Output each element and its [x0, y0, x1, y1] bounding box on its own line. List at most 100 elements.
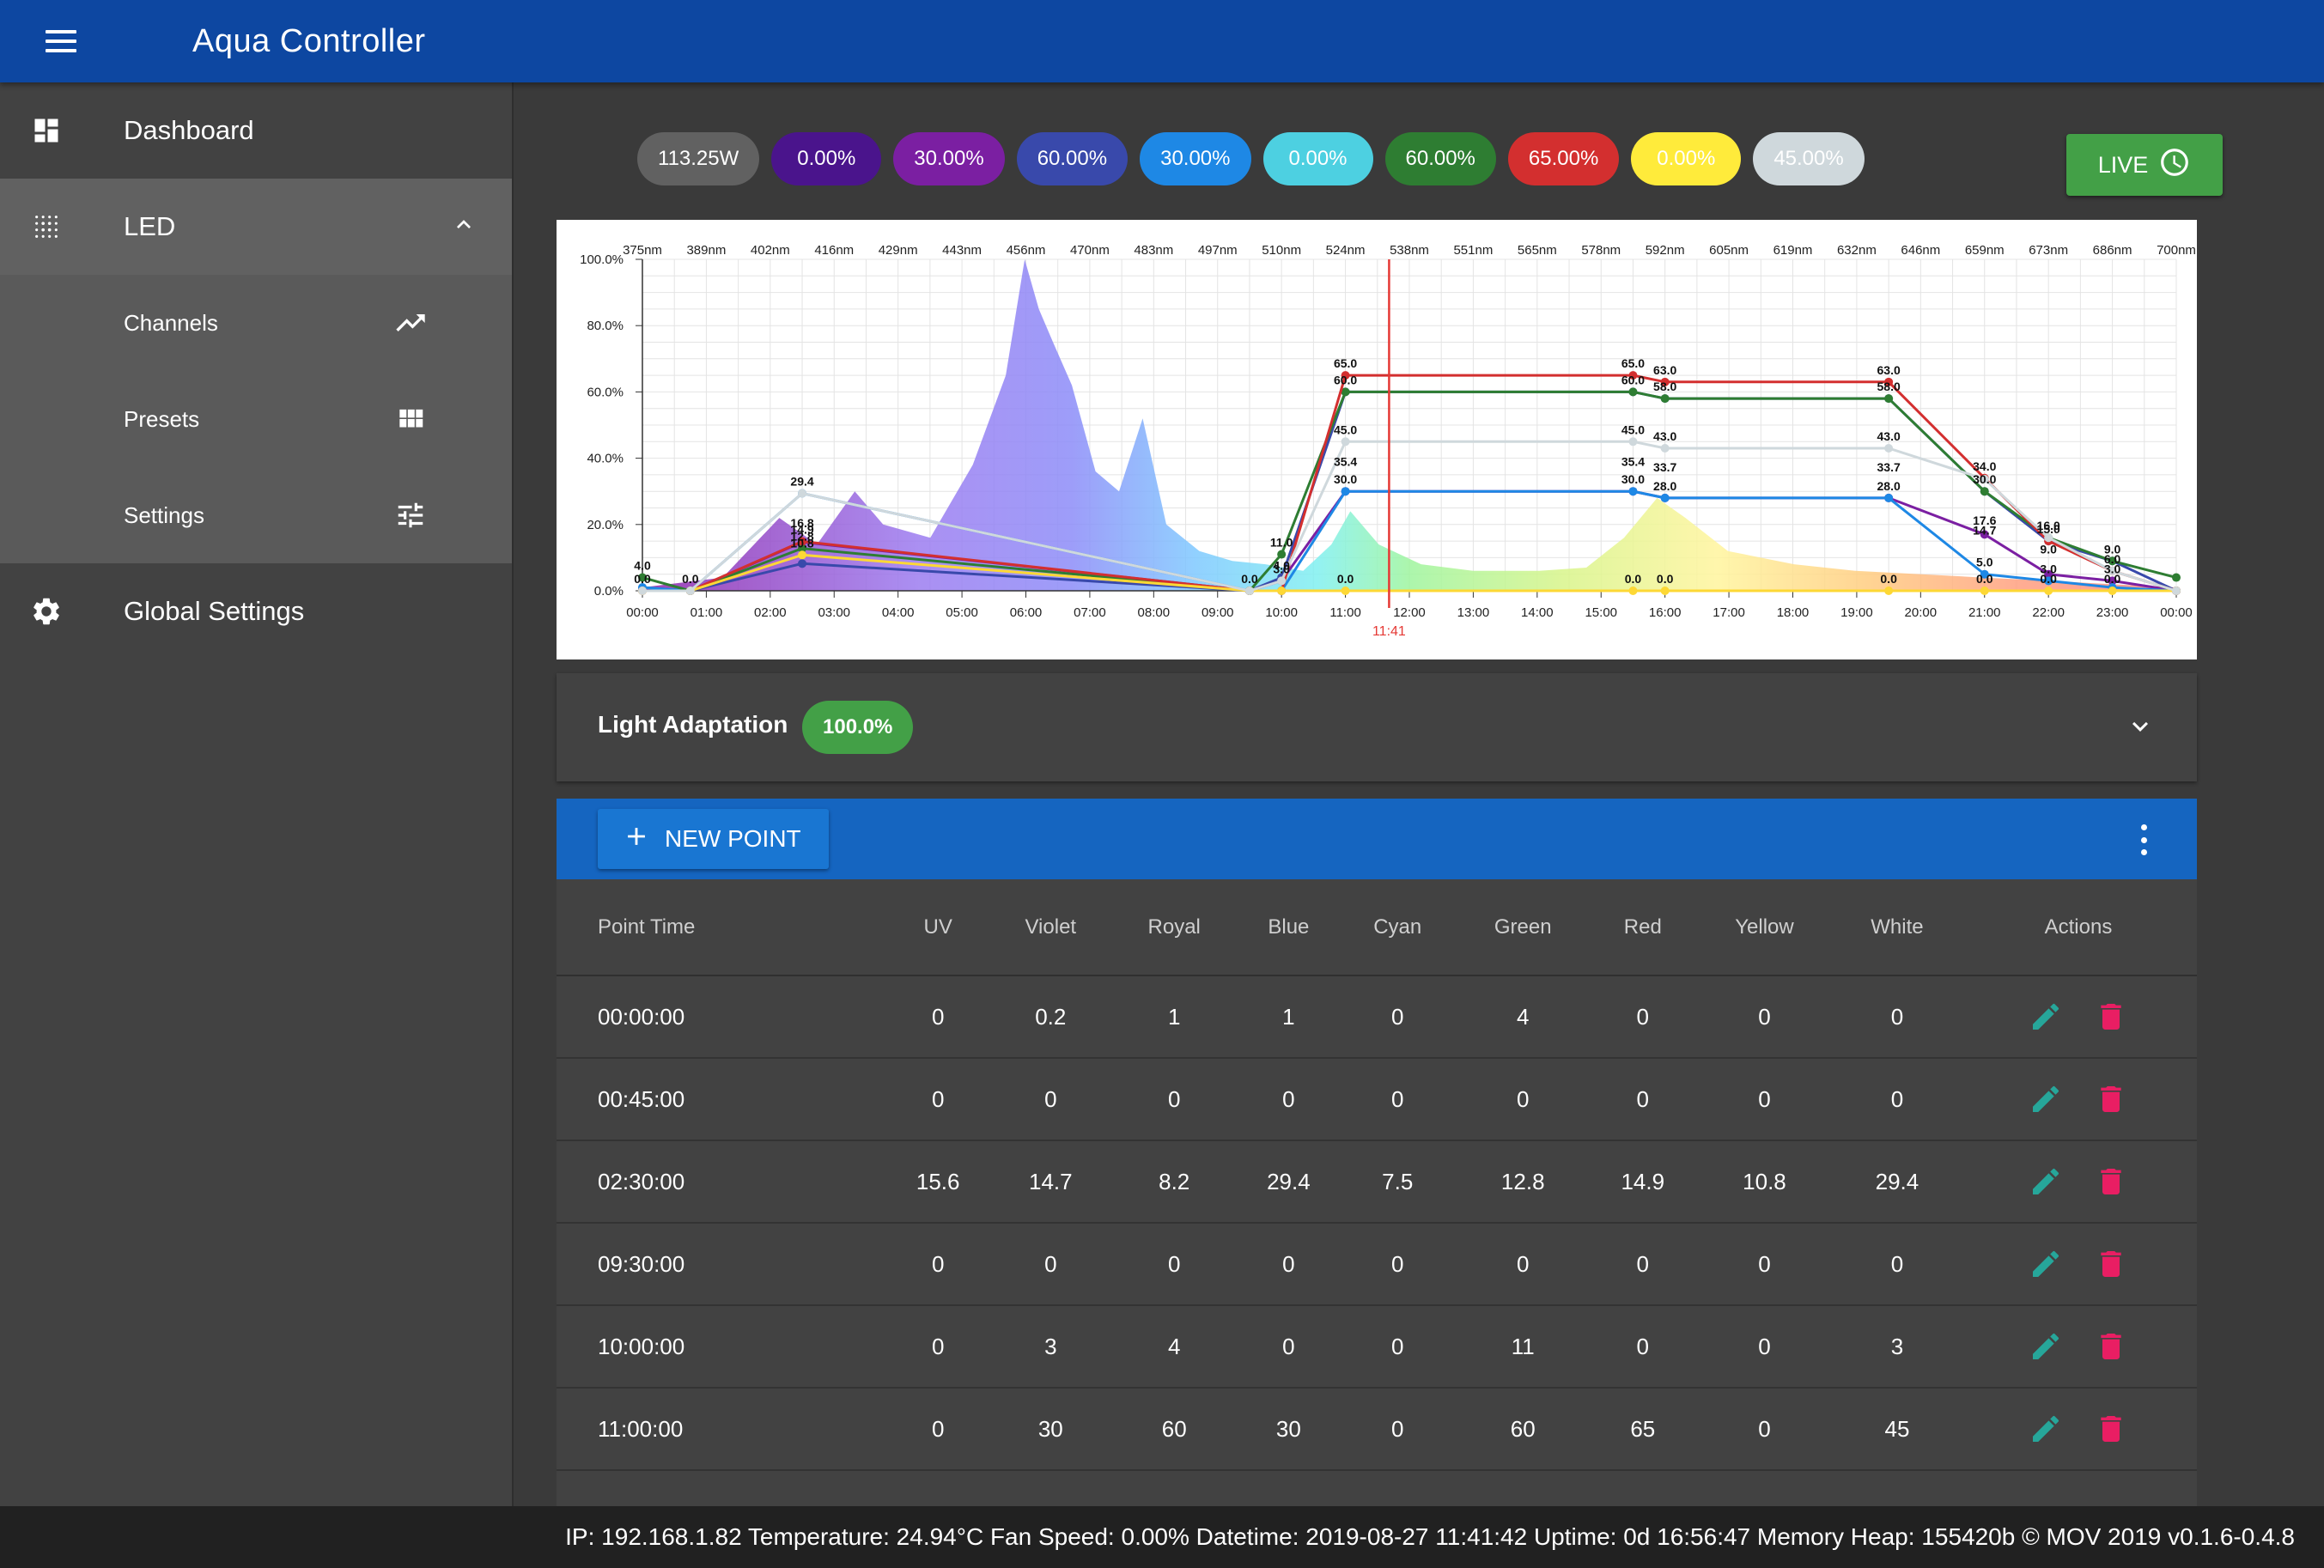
data-label: 14.7: [1973, 523, 1996, 537]
table-cell: 0: [989, 1223, 1112, 1306]
actions-cell: [1959, 1140, 2197, 1224]
column-header: Royal: [1111, 879, 1238, 976]
table-cell: 30: [989, 1388, 1112, 1471]
chevron-down-icon[interactable]: [2125, 711, 2156, 746]
data-label: 43.0: [1877, 429, 1901, 443]
sidebar-item-led[interactable]: LED: [0, 179, 512, 275]
wavelength-label: 402nm: [751, 243, 790, 258]
table-cell: 29.4: [1834, 1140, 1960, 1224]
new-point-button[interactable]: NEW POINT: [598, 809, 829, 869]
menu-icon[interactable]: [31, 11, 91, 71]
table-cell: 60: [1111, 1388, 1238, 1471]
table-cell: 0: [1834, 975, 1960, 1059]
edit-icon[interactable]: [2029, 1000, 2063, 1034]
channel-pill: 60.00%: [1384, 132, 1496, 185]
series-point: [1628, 387, 1638, 397]
channel-pill: 0.00%: [771, 132, 882, 185]
wavelength-label: 619nm: [1773, 243, 1813, 258]
wavelength-label: 443nm: [942, 243, 982, 258]
channel-pill: 30.00%: [1140, 132, 1251, 185]
y-tick-label: 100.0%: [580, 252, 624, 267]
channel-pill: 0.00%: [1631, 132, 1742, 185]
data-label: 30.0: [1621, 472, 1645, 486]
actions-cell: [1959, 1058, 2197, 1141]
sidebar-item-channels[interactable]: Channels: [0, 275, 512, 371]
x-tick-label: 16:00: [1649, 605, 1682, 620]
delete-icon[interactable]: [2094, 1000, 2128, 1034]
sidebar-item-global-settings[interactable]: Global Settings: [0, 563, 512, 659]
points-table-container: Point Time UV Violet Royal Blue Cyan Green Red Y…: [557, 879, 2197, 1506]
column-header: Green: [1454, 879, 1591, 976]
edit-icon[interactable]: [2029, 1082, 2063, 1116]
series-point: [1660, 586, 1670, 595]
data-label: 35.4: [1621, 454, 1645, 468]
x-tick-label: 02:00: [754, 605, 787, 620]
table-cell: 0: [1694, 1388, 1834, 1471]
delete-icon[interactable]: [2094, 1247, 2128, 1281]
table-cell: 0: [1694, 975, 1834, 1059]
x-tick-label: 08:00: [1138, 605, 1171, 620]
column-header: Violet: [989, 879, 1112, 976]
data-label: 60.0: [1334, 373, 1357, 386]
wavelength-label: 605nm: [1709, 243, 1749, 258]
actions-cell: [1959, 1223, 2197, 1306]
table-cell: 0: [1694, 1223, 1834, 1306]
sidebar-item-dashboard[interactable]: Dashboard: [0, 82, 512, 179]
table-cell: 0: [1111, 1223, 1238, 1306]
table-cell: 0: [1591, 1305, 1694, 1389]
wavelength-label: 700nm: [2157, 243, 2196, 258]
delete-icon[interactable]: [2094, 1082, 2128, 1116]
table-row[interactable]: [557, 1470, 2197, 1506]
app-title: Aqua Controller: [192, 22, 426, 59]
table-cell: [1237, 1470, 1341, 1506]
edit-icon[interactable]: [2029, 1247, 2063, 1281]
table-cell: 0: [885, 1388, 990, 1471]
table-cell: 0: [885, 1305, 990, 1389]
data-label: 33.7: [1877, 460, 1901, 474]
main-content: 113.25W 0.00% 30.00% 60.00% 30.00% 0.00% 60.00…: [515, 82, 2324, 1506]
series-point: [1980, 586, 1989, 595]
wavelength-label: 538nm: [1390, 243, 1429, 258]
column-header: Yellow: [1694, 879, 1834, 976]
data-label: 0.0: [2104, 572, 2121, 586]
led-dots-icon: [29, 210, 64, 244]
table-cell: 1: [1111, 975, 1238, 1059]
table-row[interactable]: 10:00:00 0 3 4 0 0 11 0 0 3: [557, 1305, 2197, 1389]
point-time-cell: 00:45:00: [557, 1058, 886, 1141]
actions-cell: [1959, 1388, 2197, 1471]
channel-pill: 30.00%: [893, 132, 1005, 185]
table-cell: 0: [1591, 975, 1694, 1059]
data-label: 58.0: [1877, 380, 1901, 393]
data-label: 0.0: [1976, 572, 1993, 586]
x-tick-label: 09:00: [1202, 605, 1234, 620]
live-button[interactable]: LIVE: [2066, 134, 2223, 196]
delete-icon[interactable]: [2094, 1329, 2128, 1364]
edit-icon[interactable]: [2029, 1412, 2063, 1446]
series-point: [1980, 487, 1989, 496]
delete-icon[interactable]: [2094, 1412, 2128, 1446]
light-adaptation-panel[interactable]: Light Adaptation 100.0%: [557, 673, 2197, 781]
table-row[interactable]: 02:30:00 15.6 14.7 8.2 29.4 7.5 12.8 14.9 10.8 29…: [557, 1140, 2197, 1224]
y-tick-label: 40.0%: [587, 452, 624, 466]
sidebar-item-settings[interactable]: Settings: [0, 467, 512, 563]
edit-icon[interactable]: [2029, 1329, 2063, 1364]
delete-icon[interactable]: [2094, 1164, 2128, 1199]
sidebar-item-label: Settings: [124, 501, 204, 528]
table-row[interactable]: 00:45:00 0 0 0 0 0 0 0 0 0: [557, 1058, 2197, 1141]
table-cell: 14.9: [1591, 1140, 1694, 1224]
table-cell: [1591, 1470, 1694, 1506]
chevron-up-icon[interactable]: [450, 211, 478, 243]
table-row[interactable]: 09:30:00 0 0 0 0 0 0 0 0 0: [557, 1223, 2197, 1306]
table-cell: 8.2: [1111, 1140, 1238, 1224]
table-row[interactable]: 11:00:00 0 30 60 30 0 60 65 0 45: [557, 1388, 2197, 1471]
led-submenu: Channels Presets Settings: [0, 275, 512, 563]
wavelength-label: 592nm: [1646, 243, 1685, 258]
data-label: 5.0: [1976, 556, 1993, 569]
more-vert-icon[interactable]: [2137, 824, 2151, 855]
channel-pill: 0.00%: [1262, 132, 1373, 185]
data-label: 30.0: [1973, 472, 1996, 486]
sidebar-item-presets[interactable]: Presets: [0, 371, 512, 467]
x-tick-label: 01:00: [691, 605, 723, 620]
edit-icon[interactable]: [2029, 1164, 2063, 1199]
table-row[interactable]: 00:00:00 0 0.2 1 1 0 4 0 0 0: [557, 975, 2197, 1059]
